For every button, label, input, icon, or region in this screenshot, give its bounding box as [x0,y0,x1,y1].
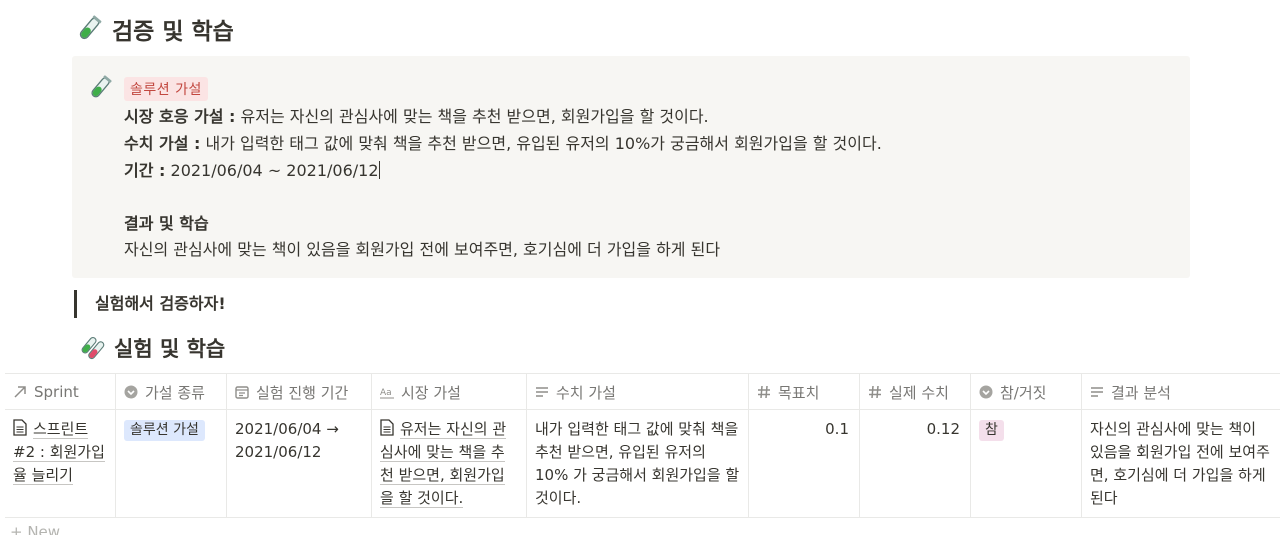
column-header-label: Sprint [34,383,79,401]
column-header-label: 참/거짓 [1000,383,1047,402]
numeric-hypothesis-line: 수치 가설 : 내가 입력한 태그 값에 맞춰 책을 추천 받으면, 유입된 유… [124,130,882,154]
truth-pill: 참 [979,420,1004,441]
section-title: 실험 및 학습 [114,337,226,361]
hash-icon [869,385,881,399]
cell-sprint[interactable]: 스프린트#2 : 회원가입율 늘리기 [5,410,116,517]
column-header-label: 목표치 [778,383,820,402]
column-header-label: 가설 종류 [145,383,205,402]
svg-text:Aa: Aa [380,388,392,398]
section-title: 검증 및 학습 [112,19,234,45]
test-tubes-icon [81,337,105,360]
cell-hypothesis-type[interactable]: 솔루션 가설 [116,410,227,517]
select-icon [124,385,138,399]
text-icon: Aa [380,388,394,399]
cell-period[interactable]: 2021/06/04 → 2021/06/12 [227,410,372,517]
hypothesis-tag: 솔루션 가설 [124,77,208,101]
test-tube-icon [91,75,112,98]
market-hypothesis-line: 시장 호응 가설 : 유저는 자신의 관심사에 맞는 책을 추천 받으면, 회원… [124,103,709,127]
column-header-label: 수치 가설 [556,383,616,402]
new-row-button[interactable]: + New [10,523,60,535]
lines-icon [1091,387,1103,397]
quote-block[interactable]: 실험해서 검증하자! [74,290,226,318]
numeric-hypothesis-label: 수치 가설 : [124,134,201,153]
column-header-sprint[interactable]: Sprint [5,374,116,410]
cell-market[interactable]: 유저는 자신의 관심사에 맞는 책을 추천 받으면, 회원가입을 할 것이다. [372,410,527,517]
page-icon [13,419,27,436]
market-link[interactable]: 유저는 자신의 관심사에 맞는 책을 추천 받으면, 회원가입을 할 것이다. [380,420,507,508]
result-text: 자신의 관심사에 맞는 책이 있음을 회원가입 전에 보여주면, 호기심에 더 … [124,240,721,259]
column-header-label: 실제 수치 [889,383,949,402]
arrow-icon [14,386,26,398]
calendar-icon [235,386,249,399]
cell-numeric[interactable]: 내가 입력한 태그 값에 맞춰 책을 추천 받으면, 유입된 유저의 10% 가… [527,410,749,517]
hash-icon [758,385,770,399]
cell-actual[interactable]: 0.12 [860,410,971,517]
column-header-target[interactable]: 목표치 [749,374,860,410]
cell-truth[interactable]: 참 [971,410,1082,517]
result-title: 결과 및 학습 [124,214,209,233]
column-header-period[interactable]: 실험 진행 기간 [227,374,372,410]
column-header-hypothesis-type[interactable]: 가설 종류 [116,374,227,410]
cell-analysis[interactable]: 자신의 관심사에 맞는 책이 있음을 회원가입 전에 보여주면, 호기심에 더 … [1082,410,1280,517]
select-icon [979,385,993,399]
column-header-analysis[interactable]: 결과 분석 [1082,374,1280,410]
numeric-hypothesis-text: 내가 입력한 태그 값에 맞춰 책을 추천 받으면, 유입된 유저의 10%가 … [200,134,882,153]
column-header-numeric[interactable]: 수치 가설 [527,374,749,410]
column-header-label: 실험 진행 기간 [256,383,349,402]
cell-target[interactable]: 0.1 [749,410,860,517]
column-header-label: 결과 분석 [1111,383,1171,402]
market-hypothesis-label: 시장 호응 가설 : [124,107,236,126]
page-icon [380,419,394,436]
period-text: 2021/06/04 ~ 2021/06/12 [165,161,379,180]
section-heading-experiment: 실험 및 학습 [80,333,225,363]
column-header-actual[interactable]: 실제 수치 [860,374,971,410]
table-row[interactable]: 스프린트#2 : 회원가입율 늘리기 솔루션 가설 2021/06/04 → 2… [5,410,1280,518]
hypothesis-callout[interactable]: 솔루션 가설 시장 호응 가설 : 유저는 자신의 관심사에 맞는 책을 추천 … [72,56,1190,278]
period-label: 기간 : [124,161,166,180]
test-tube-icon [79,15,102,40]
period-line[interactable]: 기간 : 2021/06/04 ~ 2021/06/12 [124,157,380,181]
result-title-line: 결과 및 학습 [124,210,209,234]
lines-icon [536,387,548,397]
hypothesis-type-pill: 솔루션 가설 [124,420,205,441]
section-heading-verify: 검증 및 학습 [74,12,234,46]
table-header: Sprint 가설 종류 실험 진행 기간 Aa 시장 가설 수치 가설 목표치… [5,373,1280,410]
market-hypothesis-text: 유저는 자신의 관심사에 맞는 책을 추천 받으면, 회원가입을 할 것이다. [235,107,709,126]
text-caret [378,161,380,179]
column-header-market[interactable]: Aa 시장 가설 [372,374,527,410]
column-header-truth[interactable]: 참/거짓 [971,374,1082,410]
column-header-label: 시장 가설 [401,383,461,402]
